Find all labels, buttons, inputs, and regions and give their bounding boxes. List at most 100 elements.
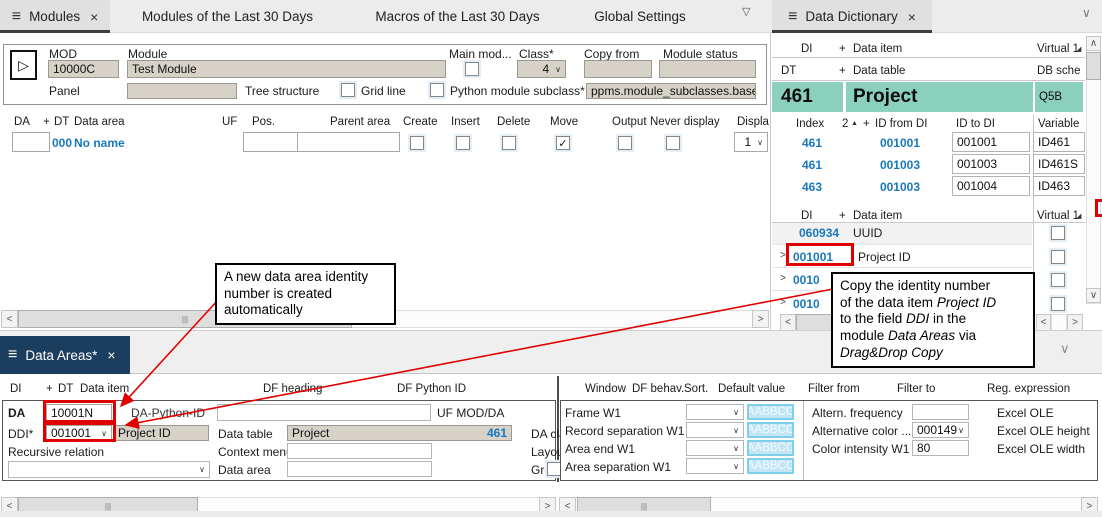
tab-data-dictionary[interactable]: ≡ Data Dictionary × — [772, 0, 932, 33]
run-module-button[interactable]: ▷ — [10, 50, 37, 80]
never-display-checkbox[interactable] — [666, 136, 680, 150]
output-checkbox[interactable] — [618, 136, 632, 150]
area-separation-w1-dropdown[interactable]: ∨ — [686, 458, 744, 474]
panel-field[interactable] — [127, 83, 237, 99]
close-icon[interactable]: × — [107, 348, 115, 362]
item-name[interactable]: UUID — [853, 226, 882, 240]
virtual-checkbox[interactable] — [1051, 250, 1065, 264]
grid-line-checkbox[interactable] — [341, 83, 355, 97]
data-area-field[interactable] — [287, 461, 432, 477]
item-id[interactable]: 060934 — [799, 226, 839, 240]
grouping-checkbox[interactable] — [547, 462, 561, 476]
mod-field[interactable]: 10000C — [48, 60, 119, 78]
context-menu-field[interactable] — [287, 443, 432, 459]
id-to-di-cell[interactable]: 001004 — [952, 176, 1030, 196]
plus-icon[interactable]: + — [839, 65, 846, 77]
plus-icon[interactable]: + — [839, 210, 846, 222]
copy-from-field[interactable] — [584, 60, 652, 78]
close-icon[interactable]: × — [908, 10, 916, 24]
expand-icon[interactable]: > — [780, 297, 786, 308]
plus-icon[interactable]: + — [46, 383, 53, 395]
id-from-di[interactable]: 001001 — [872, 136, 920, 150]
index-id[interactable]: 461 — [786, 136, 822, 150]
item-name[interactable]: Project ID — [858, 250, 911, 264]
virtual-checkbox[interactable] — [1051, 273, 1065, 287]
scroll-left-button[interactable]: < — [780, 314, 796, 331]
class-dropdown[interactable]: 4 ∨ — [517, 60, 566, 78]
plus-icon[interactable]: + — [43, 116, 50, 128]
id-to-di-cell[interactable]: 001001 — [952, 132, 1030, 152]
variable-cell[interactable]: ID461 — [1033, 132, 1085, 152]
python-subclass-checkbox[interactable] — [430, 83, 444, 97]
index-id[interactable]: 463 — [786, 180, 822, 194]
color-intensity-field[interactable]: 80 — [912, 440, 969, 456]
scroll-left-button[interactable]: < — [1036, 314, 1051, 331]
da-field[interactable]: 10001N — [46, 404, 112, 421]
move-checkbox[interactable]: ✓ — [556, 136, 570, 150]
variable-cell[interactable]: ID463 — [1033, 176, 1085, 196]
area-end-w1-dropdown[interactable]: ∨ — [686, 440, 744, 456]
virtual-hscrollbar[interactable] — [1051, 314, 1067, 331]
tab-data-areas[interactable]: ≡ Data Areas* × — [0, 336, 130, 374]
item-id[interactable]: 0010 — [793, 297, 820, 311]
sort-asc-icon[interactable]: ▲ — [851, 120, 858, 127]
tab-modules[interactable]: ≡ Modules × — [0, 0, 110, 33]
area-separation-w1-color-field[interactable]: AABBCC — [747, 458, 794, 474]
scroll-thumb[interactable] — [1086, 52, 1101, 80]
ddi-dropdown[interactable]: 001001 ∨ — [46, 425, 112, 441]
menu-icon[interactable]: ≡ — [788, 9, 797, 25]
selected-table-name-cell[interactable]: Project — [846, 82, 1033, 112]
scroll-up-button[interactable]: ∧ — [1086, 36, 1101, 51]
insert-checkbox[interactable] — [456, 136, 470, 150]
variable-cell[interactable]: ID461S — [1033, 154, 1085, 174]
module-status-field[interactable] — [659, 60, 756, 78]
close-icon[interactable]: × — [90, 10, 98, 24]
expand-icon[interactable]: > — [780, 273, 786, 284]
plus-icon[interactable]: + — [839, 43, 846, 55]
area-end-w1-color-field[interactable]: AABBCC — [747, 440, 794, 456]
da-python-id-field[interactable] — [217, 404, 431, 421]
scroll-left-button[interactable]: < — [1, 310, 18, 328]
frame-w1-dropdown[interactable]: ∨ — [686, 404, 744, 420]
scroll-right-button[interactable]: > — [1067, 314, 1083, 331]
scroll-right-button[interactable]: > — [752, 310, 769, 328]
menu-icon[interactable]: ≡ — [12, 9, 21, 25]
tab-macros-last-30-days[interactable]: Macros of the Last 30 Days — [345, 0, 570, 33]
display-dropdown[interactable]: 1 ∨ — [734, 132, 768, 152]
altern-frequency-field[interactable] — [912, 404, 969, 420]
scroll-down-button[interactable]: ∨ — [1086, 288, 1101, 303]
expand-icon[interactable]: > — [780, 250, 786, 261]
parent-area-cell-input[interactable] — [297, 132, 400, 152]
id-from-di[interactable]: 001003 — [872, 158, 920, 172]
module-field[interactable]: Test Module — [127, 60, 446, 78]
delete-checkbox[interactable] — [502, 136, 516, 150]
id-from-di[interactable]: 001003 — [872, 180, 920, 194]
pos-cell-input[interactable] — [243, 132, 298, 152]
virtual-checkbox[interactable] — [1051, 297, 1065, 311]
tab-modules-last-30-days[interactable]: Modules of the Last 30 Days — [110, 0, 345, 33]
record-separation-w1-dropdown[interactable]: ∨ — [686, 422, 744, 438]
alternative-color-dropdown[interactable]: 000149 ∨ — [912, 422, 969, 438]
item-id[interactable]: 001001 — [793, 250, 833, 264]
panel-collapse-icon[interactable]: ∨ — [1082, 6, 1091, 20]
da-cell-input[interactable] — [12, 132, 50, 152]
virtual-checkbox[interactable] — [1051, 226, 1065, 240]
plus-icon[interactable]: + — [863, 118, 870, 130]
tab-overflow-icon[interactable]: ▽ — [742, 5, 750, 18]
data-area-name[interactable]: No name — [74, 136, 125, 150]
tab-global-settings[interactable]: Global Settings — [570, 0, 710, 33]
id-to-di-cell[interactable]: 001003 — [952, 154, 1030, 174]
main-mod-checkbox[interactable] — [465, 62, 479, 76]
record-separation-w1-color-field[interactable]: AABBCC — [747, 422, 794, 438]
active-tab-indicator — [772, 30, 932, 33]
recursive-relation-dropdown[interactable]: ∨ — [8, 461, 210, 478]
selected-table-schema-cell[interactable]: Q5B — [1035, 82, 1083, 112]
frame-w1-color-field[interactable]: AABBCC — [747, 404, 794, 420]
index-id[interactable]: 461 — [786, 158, 822, 172]
create-checkbox[interactable] — [410, 136, 424, 150]
python-subclass-field[interactable]: ppms.module_subclasses.base_clas — [586, 83, 756, 99]
selected-table-id-cell[interactable]: 461 — [772, 82, 843, 112]
panel-collapse-icon[interactable]: ∨ — [1060, 341, 1070, 357]
item-id[interactable]: 0010 — [793, 273, 820, 287]
menu-icon[interactable]: ≡ — [8, 347, 17, 363]
